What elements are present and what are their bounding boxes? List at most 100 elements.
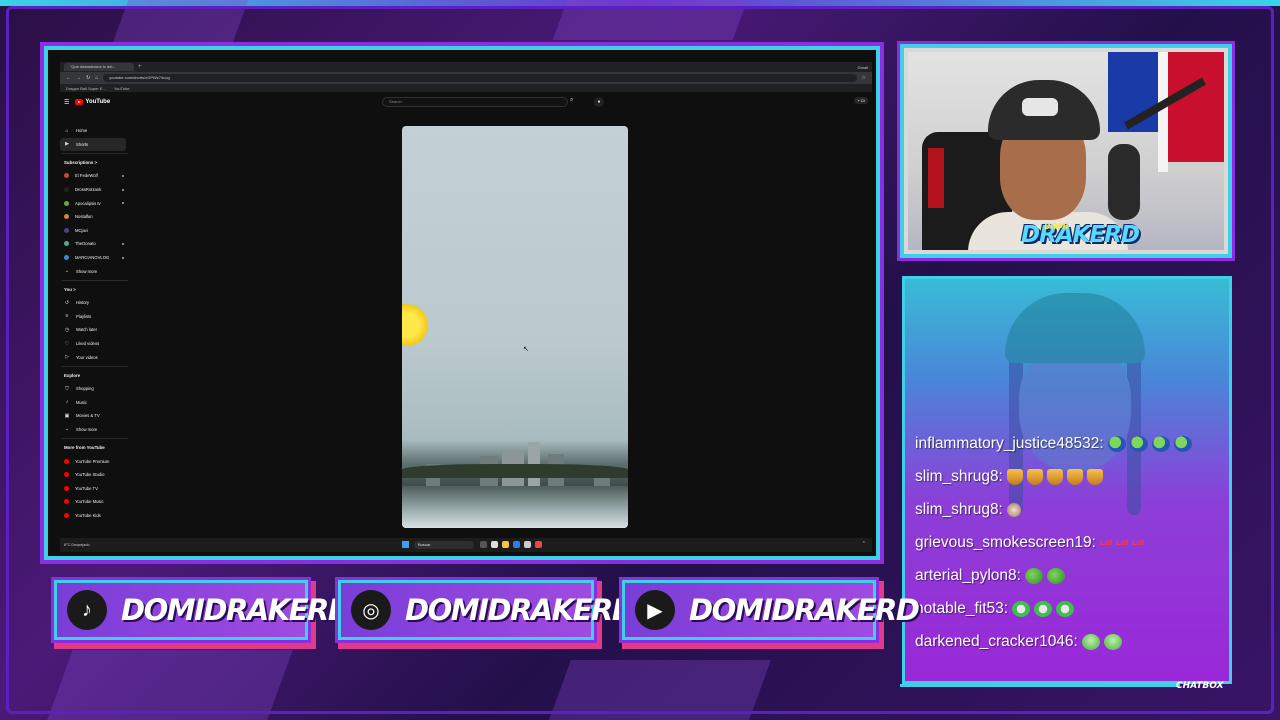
sidebar-item-movies-tv[interactable]: ▣ Movies & TV (60, 409, 130, 423)
subscription-item[interactable]: TheDonato (60, 237, 130, 251)
browser-tab-right[interactable]: Gmail (858, 65, 872, 70)
folder-icon[interactable] (502, 541, 509, 548)
streamer-logo: DRAKERD (1021, 222, 1140, 248)
sidebar-item-label: Shorts (76, 141, 89, 147)
sidebar-item-youtube-kids[interactable]: YouTube Kids (60, 509, 130, 523)
subscription-item[interactable]: Nostalfan (60, 210, 130, 224)
your-videos-icon: ▷ (65, 354, 69, 361)
sidebar-item-watch-later[interactable]: ◷ Watch later (60, 323, 130, 337)
sidebar-item-youtube-tv[interactable]: YouTube TV (60, 481, 130, 495)
edge-icon[interactable] (513, 541, 520, 548)
sidebar-item-liked-videos[interactable]: ♡ Liked videos (60, 337, 130, 351)
stream-overlay: "Que desastrosos lo del... + Gmail ← → ↻… (0, 0, 1280, 720)
home-nav-icon[interactable]: ⌂ (95, 75, 98, 81)
sidebar-item-home[interactable]: ⌂ Home (60, 124, 130, 138)
cap-badge (1022, 98, 1058, 116)
shorts-video-player[interactable] (402, 126, 628, 528)
hamburger-menu-icon[interactable]: ☰ (64, 99, 69, 106)
bookmark-item[interactable]: Dragon Ball Super E... (66, 86, 106, 91)
sidebar-item-shorts[interactable]: ▶ Shorts (60, 137, 126, 152)
url-field[interactable]: youtube.com/shorts/xGPWz74cog (103, 74, 857, 82)
sidebar-item-history[interactable]: ↺ History (60, 296, 130, 310)
create-button[interactable]: + Cr (854, 97, 868, 104)
gaming-chair-accent (928, 148, 944, 208)
browser-window: "Que desastrosos lo del... + Gmail ← → ↻… (60, 62, 872, 552)
chat-emote-icon (1081, 633, 1100, 650)
chat-username: slim_shrug8: (915, 500, 1003, 518)
new-tab-icon[interactable]: + (138, 64, 142, 70)
back-icon[interactable]: ← (66, 75, 71, 81)
chat-emote-icon (1107, 435, 1126, 452)
subscription-item[interactable]: Apocalipsis tv (60, 196, 130, 210)
sidebar-item-youtube-music[interactable]: YouTube Music (60, 495, 130, 509)
sidebar-item-playlists[interactable]: ≡ Playlists (60, 310, 130, 324)
background-shard (549, 660, 771, 720)
chat-emote-icon (1046, 567, 1065, 584)
sidebar-item-label: Show more (76, 426, 98, 432)
windows-start-icon[interactable] (402, 541, 409, 548)
file-app-icon[interactable] (491, 541, 498, 548)
more-from-youtube-heading: More from YouTube (64, 445, 105, 451)
sidebar-item-label: Liked videos (76, 341, 100, 347)
reload-icon[interactable]: ↻ (86, 75, 90, 81)
sidebar-item-your-videos[interactable]: ▷ Your videos (60, 350, 130, 364)
task-view-icon[interactable] (480, 541, 487, 548)
shopping-icon: ⛉ (65, 385, 69, 392)
microphone-icon[interactable]: ● (594, 97, 604, 107)
chat-message: inflammatory_justice48532: (915, 427, 1225, 460)
liked-icon: ♡ (64, 340, 70, 347)
sidebar-item-label: Watch later (76, 327, 98, 333)
system-tray-chevron-icon[interactable]: ⌃ (862, 541, 866, 547)
browser-tab[interactable]: "Que desastrosos lo del... (64, 63, 134, 71)
youtube-tv-icon (64, 485, 69, 491)
youtube-logo[interactable]: YouTube (75, 99, 110, 105)
subscription-item[interactable]: El FedeWolf (60, 169, 130, 183)
bookmark-star-icon[interactable]: ☆ (862, 75, 866, 81)
taskbar-weather[interactable]: 8°C Despejado (64, 543, 90, 547)
bookmark-item[interactable]: YouTube (114, 86, 130, 91)
channel-avatar (64, 173, 69, 179)
address-bar: ← → ↻ ⌂ youtube.com/shorts/xGPWz74cog ☆ (60, 72, 872, 84)
subscriptions-heading[interactable]: Subscriptions > (60, 156, 130, 169)
sidebar-item-music[interactable]: ♪ Music (60, 396, 130, 410)
subscription-item[interactable]: MARCIANOVLOG (60, 251, 130, 265)
explore-show-more[interactable]: ⌄ Show more (60, 423, 130, 437)
chat-emote-icon (1034, 600, 1053, 617)
sidebar-item-label: El FedeWolf (75, 173, 98, 179)
sidebar-item-shopping[interactable]: ⛉ Shopping (60, 382, 130, 396)
subscription-item[interactable]: DrossRotzank (60, 183, 130, 197)
subscription-item[interactable]: MCjavi (60, 224, 130, 238)
sidebar-item-label: DrossRotzank (75, 187, 102, 193)
sidebar-item-label: YouTube Music (75, 499, 104, 505)
sidebar-item-label: Apocalipsis tv (75, 200, 101, 206)
chevron-down-icon: ⌄ (64, 426, 70, 433)
live-dot-icon (122, 202, 124, 205)
channel-avatar (64, 200, 69, 206)
home-icon: ⌂ (65, 127, 69, 134)
sidebar-divider (62, 365, 128, 367)
sidebar-item-label: MCjavi (75, 227, 88, 233)
search-icon[interactable]: ⌕ (570, 97, 573, 104)
sun-graphic (402, 304, 428, 346)
streamer-logo-small: DOMI (1044, 222, 1069, 231)
sidebar-item-label: Shopping (76, 386, 94, 392)
sidebar-item-label: Movies & TV (76, 413, 100, 419)
chat-message: slim_shrug8: (915, 460, 1225, 493)
chat-emote-icon (1086, 468, 1103, 485)
forward-icon[interactable]: → (76, 75, 81, 81)
sidebar-item-label: Your videos (76, 354, 98, 360)
sidebar-item-youtube-studio[interactable]: YouTube Studio (60, 468, 130, 482)
subscriptions-show-more[interactable]: ⌄ Show more (60, 264, 130, 278)
movies-icon: ▣ (64, 412, 70, 419)
sidebar-item-label: YouTube TV (75, 485, 98, 491)
you-heading[interactable]: You > (60, 283, 130, 296)
sidebar-divider (62, 438, 128, 440)
taskbar-search[interactable]: Buscar (414, 541, 474, 549)
sidebar-item-youtube-premium[interactable]: YouTube Premium (60, 454, 130, 468)
app-icon[interactable] (524, 541, 531, 548)
chat-emote-icon (1056, 600, 1075, 617)
chrome-icon[interactable] (535, 541, 542, 548)
youtube-search-input[interactable]: Search (382, 97, 568, 107)
chat-emote-icon (1012, 600, 1031, 617)
chat-emote-icon: Lol (1099, 537, 1112, 547)
